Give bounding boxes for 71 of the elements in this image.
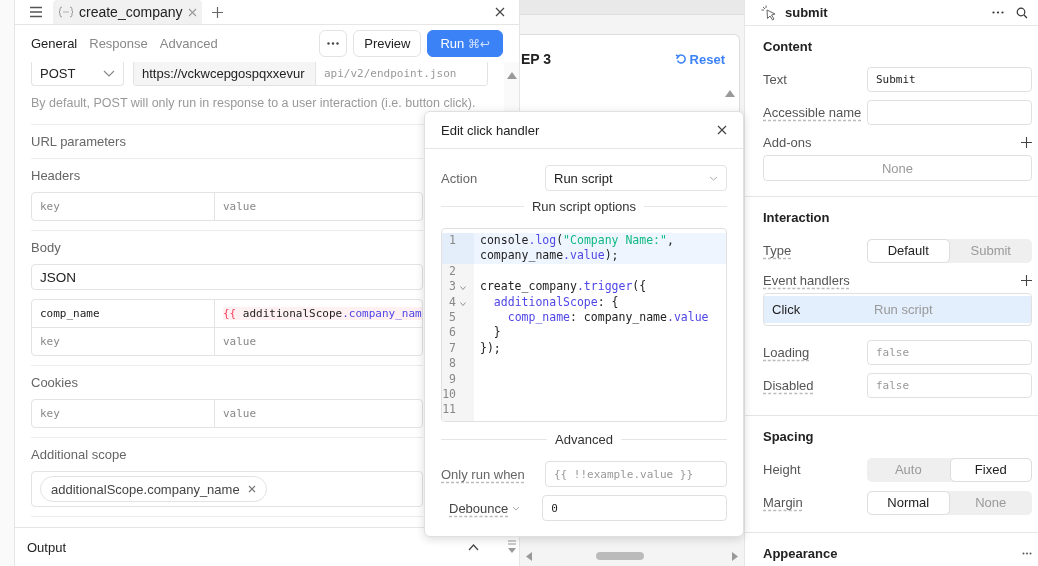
method-select[interactable]: POST [31, 62, 124, 86]
section-title: Cookies [31, 375, 78, 390]
line-number: 3 [449, 279, 456, 294]
line-number: 1 [449, 233, 456, 247]
code-line: console.log("Company Name:", company_name.value); [480, 233, 675, 263]
condition-field[interactable]: {{ !!example.value }} [545, 461, 727, 487]
editor-tab[interactable]: General [31, 36, 78, 51]
field-label: Text [763, 72, 788, 87]
debounce-field[interactable]: 0 [542, 495, 727, 521]
editor-tab[interactable]: Advanced [159, 36, 218, 51]
section-title: Run script options [531, 199, 637, 214]
code-line: }); [480, 340, 501, 355]
output-title: Output [27, 539, 67, 555]
reset-link[interactable]: Reset [674, 51, 725, 67]
field-label: Add-ons [763, 134, 812, 150]
url-field[interactable]: https://vckwcepgospqxxevur api/v2/endpoint.json [133, 62, 488, 86]
action-select[interactable]: Run script [545, 165, 727, 191]
preview-button[interactable]: Preview [353, 30, 422, 57]
key-field[interactable]: comp_name [32, 300, 215, 327]
line-number: 2 [449, 263, 456, 278]
query-tab[interactable]: create_company [53, 0, 202, 24]
empty-list: None [763, 155, 1032, 181]
component-title: submit [785, 5, 828, 20]
code-line: comp_name: company_name.value [506, 310, 709, 325]
code-line: create_company.trigger({ [480, 279, 647, 294]
section-title: Interaction [763, 210, 830, 225]
line-number: 11 [442, 402, 456, 417]
field-label: Accessible name [763, 105, 863, 120]
value-field[interactable]: value [215, 328, 422, 355]
section-title: Content [763, 39, 813, 54]
field-label: Action [441, 170, 479, 186]
field-label: Loading [763, 345, 811, 360]
line-number: 6 [449, 325, 456, 340]
line-number: 10 [442, 387, 456, 402]
section-title: Body [31, 240, 61, 255]
field-label: Event handlers [763, 272, 850, 288]
field-label: Type [763, 243, 793, 258]
value-field[interactable]: {{ additionalScope.company_nam [215, 300, 422, 327]
run-button[interactable]: Run ⌘↩ [427, 30, 503, 57]
dialog-title: Edit click handler [441, 122, 540, 138]
code-line: additionalScope: { [492, 294, 619, 309]
section-title: Headers [31, 168, 81, 183]
debounce-dropdown[interactable]: Debounce [441, 500, 521, 516]
line-number: 8 [449, 356, 456, 371]
field-label: Margin [763, 495, 804, 510]
line-number: 4 [449, 294, 456, 309]
field-label: Disabled [763, 378, 815, 393]
section-title: Spacing [763, 429, 814, 444]
segment-option[interactable]: Normal [867, 490, 950, 515]
field-label: Only run when [441, 466, 526, 482]
line-number: 5 [449, 310, 456, 325]
property-field[interactable]: Submit [867, 67, 1032, 92]
line-number: 7 [449, 340, 456, 355]
code-editor[interactable]: 1 console.log("Company Name:", company_name.value); 2 3 create_company.trigger({ 4 additionalScope: { 5 comp_name: company_name.value 6 } 7 }); 8 9 10 11 [441, 228, 727, 422]
card-title: EP 3 [521, 51, 552, 67]
segment-option[interactable]: Default [867, 238, 950, 263]
code-line: } [492, 325, 501, 340]
section-title: Appearance [763, 546, 838, 561]
segment-option[interactable]: Fixed [949, 457, 1032, 482]
event-handler-item[interactable]: Click Run script [764, 296, 1031, 323]
line-number: 9 [449, 371, 456, 386]
key-field[interactable]: key [32, 328, 215, 355]
body-format-select[interactable]: JSON [31, 264, 423, 290]
scope-field[interactable]: additionalScope.company_name [31, 471, 423, 507]
editor-tab[interactable]: Response [89, 36, 148, 51]
section-title: URL parameters [31, 134, 126, 149]
property-field[interactable]: false [867, 340, 1032, 365]
section-title: Advanced [555, 432, 613, 447]
field-label: Height [763, 462, 802, 477]
property-field[interactable]: false [867, 373, 1032, 398]
section-title: Additional scope [31, 447, 127, 462]
